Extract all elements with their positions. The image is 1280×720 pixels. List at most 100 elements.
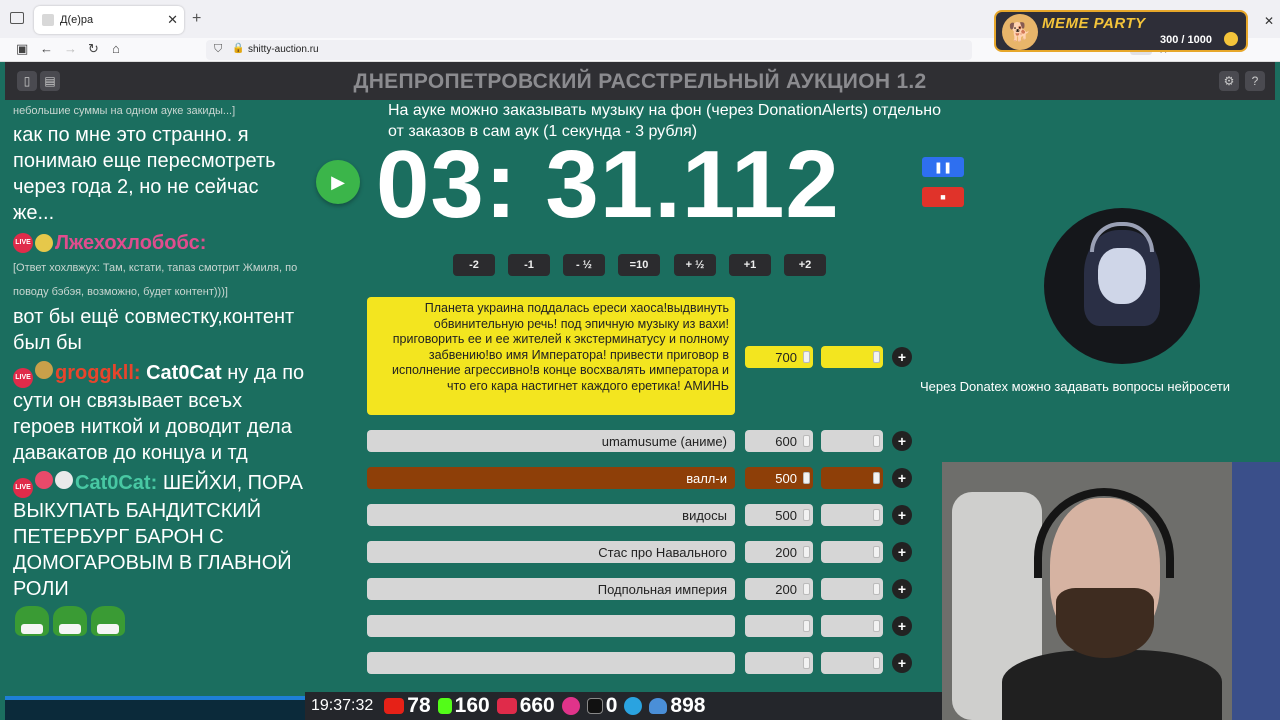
live-badge-icon: LIVE	[13, 368, 33, 388]
spinner-icon[interactable]	[803, 351, 810, 363]
chat-message-line: LIVE groggkll: Cat0Cat ну да по сути он с…	[5, 360, 305, 466]
lot-name-field[interactable]: Подпольная империя	[367, 578, 735, 600]
add-to-lot-button[interactable]: +	[892, 579, 912, 599]
lot-add-field[interactable]	[821, 346, 883, 368]
spinner-icon[interactable]	[873, 509, 880, 521]
lot-add-field[interactable]	[821, 467, 883, 489]
lot-sum-field[interactable]	[745, 652, 813, 674]
chat-nickname[interactable]: groggkll:	[55, 362, 141, 384]
pause-button[interactable]: ❚❚	[922, 157, 964, 177]
badge-icon	[35, 471, 53, 489]
add-to-lot-button[interactable]: +	[892, 347, 912, 367]
lot-sum-value: 500	[775, 508, 797, 523]
lot-sum-field[interactable]: 500	[745, 504, 813, 526]
spinner-icon[interactable]	[803, 472, 810, 484]
close-window-icon[interactable]: ✕	[1264, 14, 1274, 28]
badge-icon	[35, 361, 53, 379]
lot-add-field[interactable]	[821, 430, 883, 452]
browser-tab[interactable]: Д(е)ра ✕	[34, 6, 184, 34]
lot-name-field[interactable]	[367, 652, 735, 674]
coin-icon	[1224, 32, 1238, 46]
sidebar-icon[interactable]: ▣	[16, 41, 28, 57]
home-icon[interactable]: ⌂	[112, 41, 120, 56]
add-to-lot-button[interactable]: +	[892, 468, 912, 488]
spinner-icon[interactable]	[873, 620, 880, 632]
spinner-icon[interactable]	[803, 620, 810, 632]
frog-emote-icon	[91, 606, 125, 636]
chat-mention: Cat0Cat	[146, 362, 222, 384]
close-tab-icon[interactable]: ✕	[167, 12, 178, 28]
lot-sum-field[interactable]	[745, 615, 813, 637]
spinner-icon[interactable]	[873, 472, 880, 484]
youtube-icon	[384, 698, 405, 714]
help-icon[interactable]: ?	[1245, 71, 1265, 91]
lot-sum-value: 500	[775, 471, 797, 486]
spinner-icon[interactable]	[803, 509, 810, 521]
lot-sum-field[interactable]: 500	[745, 467, 813, 489]
lot-name-field[interactable]: видосы	[367, 504, 735, 526]
back-icon[interactable]: ←	[40, 41, 53, 56]
shield-icon[interactable]: ⛉	[214, 43, 222, 56]
chat-message: ШЕЙХИ, ПОРА ВЫКУПАТЬ БАНДИТСКИЙ ПЕТЕРБУР…	[13, 472, 303, 600]
lot-sum-field[interactable]: 200	[745, 578, 813, 600]
rutube-icon	[586, 698, 603, 714]
spinner-icon[interactable]	[803, 435, 810, 447]
time-plus-1-button[interactable]: +1	[729, 254, 771, 276]
spinner-icon[interactable]	[873, 583, 880, 595]
lot-add-field[interactable]	[821, 615, 883, 637]
forward-icon[interactable]: →	[64, 41, 77, 56]
time-plus-half-button[interactable]: + ½	[674, 254, 716, 276]
add-to-lot-button[interactable]: +	[892, 431, 912, 451]
add-to-lot-button[interactable]: +	[892, 653, 912, 673]
play-button[interactable]: ▶	[316, 160, 360, 204]
lot-name-field[interactable]: валл-и	[367, 467, 735, 489]
lot-name-field[interactable]: Стас про Навального	[367, 541, 735, 563]
rutube-viewers: 0	[605, 694, 618, 717]
lock-icon[interactable]: 🔒	[232, 43, 244, 54]
lot-add-field[interactable]	[821, 541, 883, 563]
chat-message: вот бы ещё совместку,контент был бы	[13, 306, 295, 354]
add-to-lot-button[interactable]: +	[892, 542, 912, 562]
webcam-flag	[1232, 462, 1280, 720]
spinner-icon[interactable]	[803, 583, 810, 595]
address-bar[interactable]: ⛉ 🔒 shitty-auction.ru 80% ☆	[206, 40, 1169, 60]
lot-add-field[interactable]	[821, 504, 883, 526]
lot-name-field[interactable]	[367, 615, 735, 637]
lot-name-field[interactable]: Планета украина поддалась ереси хаоса!вы…	[367, 297, 735, 415]
webcam-person-body	[1002, 650, 1222, 720]
timer-display: 03: 31.112	[376, 131, 840, 238]
time-plus-2-button[interactable]: +2	[784, 254, 826, 276]
spinner-icon[interactable]	[873, 546, 880, 558]
time-minus-half-button[interactable]: - ½	[563, 254, 605, 276]
tab-list-icon[interactable]	[10, 12, 24, 24]
stop-button[interactable]: ■	[922, 187, 964, 207]
lot-name-field[interactable]: umamusume (аниме)	[367, 430, 735, 452]
lot-add-field[interactable]	[821, 652, 883, 674]
total-viewers: 898	[670, 694, 706, 717]
clock: 19:37:32	[311, 697, 374, 714]
avatar	[1044, 208, 1200, 364]
chat-nickname[interactable]: Лжехохлобобс:	[55, 230, 206, 256]
add-to-lot-button[interactable]: +	[892, 505, 912, 525]
chat-reply: [Ответ хохлвжух: Там, кстати, тапаз смот…	[13, 262, 298, 298]
reload-icon[interactable]: ↻	[88, 41, 99, 57]
add-to-lot-button[interactable]: +	[892, 616, 912, 636]
badge-icon	[35, 234, 53, 252]
chat-nickname[interactable]: Cat0Cat:	[75, 472, 157, 494]
spinner-icon[interactable]	[803, 657, 810, 669]
spinner-icon[interactable]	[873, 351, 880, 363]
settings-gear-icon[interactable]: ⚙	[1219, 71, 1239, 91]
spinner-icon[interactable]	[803, 546, 810, 558]
new-tab-icon[interactable]: +	[192, 10, 201, 28]
lot-sum-field[interactable]: 600	[745, 430, 813, 452]
spinner-icon[interactable]	[873, 657, 880, 669]
spinner-icon[interactable]	[873, 435, 880, 447]
lot-sum-field[interactable]: 700	[745, 346, 813, 368]
time-minus-1-button[interactable]: -1	[508, 254, 550, 276]
time-minus-2-button[interactable]: -2	[453, 254, 495, 276]
lot-sum-field[interactable]: 200	[745, 541, 813, 563]
chat-footer-bar	[5, 696, 305, 720]
tab-title: Д(е)ра	[60, 14, 94, 26]
lot-add-field[interactable]	[821, 578, 883, 600]
time-set-10-button[interactable]: =10	[618, 254, 660, 276]
